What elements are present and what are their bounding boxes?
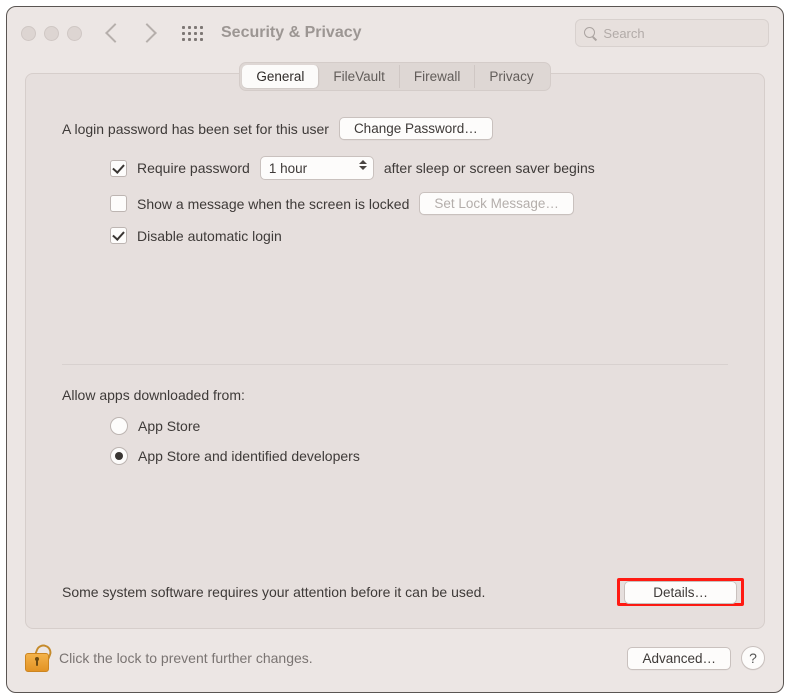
preferences-window: Security & Privacy General FileVault Fir… <box>6 6 784 693</box>
details-highlight: Details… <box>617 578 744 606</box>
require-password-checkbox[interactable] <box>110 160 127 177</box>
section-divider <box>62 364 728 365</box>
advanced-button[interactable]: Advanced… <box>627 647 731 670</box>
tab-privacy-label: Privacy <box>489 69 533 84</box>
change-password-button[interactable]: Change Password… <box>339 117 493 140</box>
general-content: A login password has been set for this u… <box>26 91 764 465</box>
show-all-prefs-button[interactable] <box>182 26 203 41</box>
attention-row: Some system software requires your atten… <box>62 578 744 606</box>
main-panel: General FileVault Firewall Privacy A log… <box>25 73 765 629</box>
search-icon <box>584 27 595 40</box>
search-field[interactable] <box>575 19 769 47</box>
allow-apps-heading: Allow apps downloaded from: <box>62 387 728 403</box>
back-button[interactable] <box>105 23 125 43</box>
disable-auto-login-label: Disable automatic login <box>137 228 282 244</box>
allow-apps-appstore-radio[interactable] <box>110 417 128 435</box>
stepper-icon <box>359 160 367 170</box>
tab-general-label: General <box>256 69 304 84</box>
show-lock-message-label: Show a message when the screen is locked <box>137 196 409 212</box>
set-lock-message-button: Set Lock Message… <box>419 192 574 215</box>
footer: Click the lock to prevent further change… <box>25 636 765 680</box>
tab-firewall[interactable]: Firewall <box>400 65 476 88</box>
allow-apps-identified-radio[interactable] <box>110 447 128 465</box>
allow-apps-identified-label: App Store and identified developers <box>138 448 360 464</box>
window-title: Security & Privacy <box>221 24 362 42</box>
window-controls <box>21 26 82 41</box>
forward-button[interactable] <box>137 23 157 43</box>
details-button[interactable]: Details… <box>624 581 737 604</box>
login-password-status: A login password has been set for this u… <box>62 121 329 137</box>
minimize-window-button[interactable] <box>44 26 59 41</box>
lock-hint-text: Click the lock to prevent further change… <box>59 650 313 666</box>
tab-bar: General FileVault Firewall Privacy <box>239 62 550 91</box>
tab-filevault-label: FileVault <box>333 69 385 84</box>
require-password-delay-value: 1 hour <box>269 161 307 176</box>
tab-general[interactable]: General <box>242 65 319 88</box>
show-lock-message-checkbox[interactable] <box>110 195 127 212</box>
toolbar: Security & Privacy <box>7 7 783 59</box>
require-password-delay-select[interactable]: 1 hour <box>260 156 374 180</box>
search-input[interactable] <box>601 25 760 42</box>
require-password-label-before: Require password <box>137 160 250 176</box>
close-window-button[interactable] <box>21 26 36 41</box>
nav-buttons <box>108 26 154 40</box>
require-password-label-after: after sleep or screen saver begins <box>384 160 595 176</box>
tab-filevault[interactable]: FileVault <box>319 65 400 88</box>
tab-privacy[interactable]: Privacy <box>475 65 547 88</box>
tab-firewall-label: Firewall <box>414 69 461 84</box>
lock-icon[interactable] <box>25 644 47 672</box>
attention-text: Some system software requires your atten… <box>62 584 485 600</box>
allow-apps-appstore-label: App Store <box>138 418 200 434</box>
disable-auto-login-checkbox[interactable] <box>110 227 127 244</box>
zoom-window-button[interactable] <box>67 26 82 41</box>
help-button[interactable]: ? <box>741 646 765 670</box>
